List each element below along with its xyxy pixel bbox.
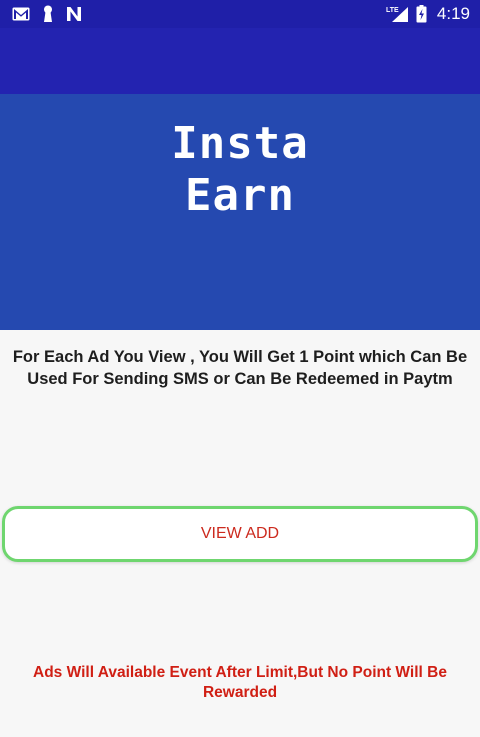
logo-line-1: Insta [171, 118, 309, 169]
keyhole-icon [42, 5, 54, 23]
status-time: 4:19 [436, 4, 470, 23]
n-logo-icon [66, 6, 82, 22]
logo-line-2: Earn [185, 170, 295, 221]
lte-signal-icon: LTE [386, 5, 410, 23]
app-logo: Insta Earn [0, 118, 480, 222]
gmail-icon [12, 7, 30, 21]
app-bar [0, 28, 480, 94]
notification-icons [12, 5, 82, 23]
reward-info-text: For Each Ad You View , You Will Get 1 Po… [12, 348, 468, 388]
svg-text:LTE: LTE [386, 7, 399, 14]
view-add-button[interactable]: VIEW ADD [2, 506, 478, 562]
battery-icon [416, 5, 427, 23]
limit-warning-text: Ads Will Available Event After Limit,But… [33, 664, 447, 701]
status-bar: LTE 4:19 [0, 0, 480, 28]
system-icons: LTE 4:19 [386, 4, 470, 24]
